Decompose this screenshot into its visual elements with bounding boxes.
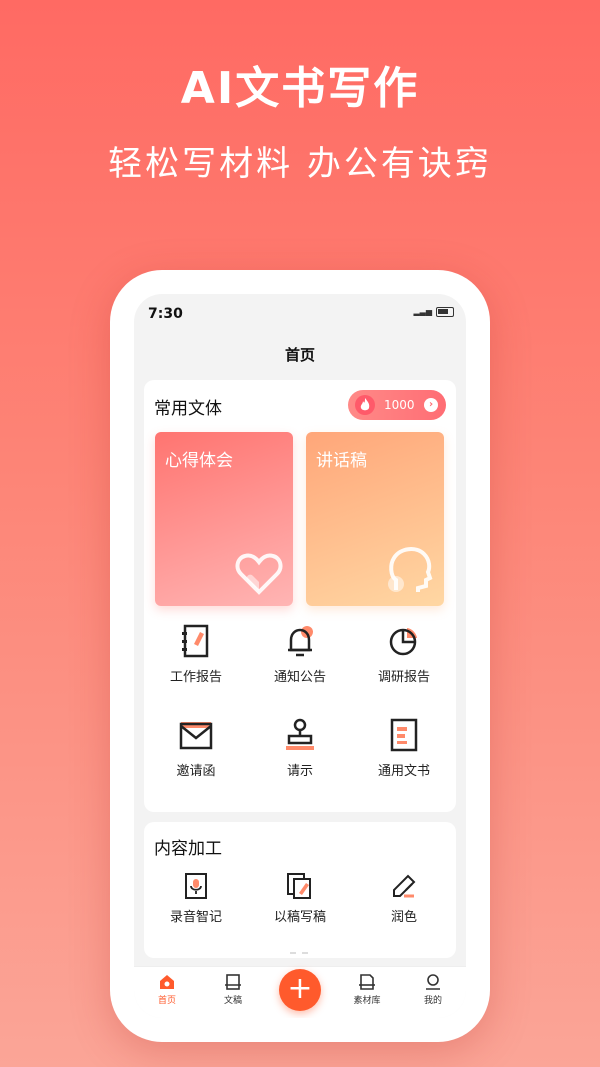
envelope-icon: [179, 722, 213, 750]
common-docs-card: 常用文体 1000 › 心得体会 讲话稿 工作报告 通知公告 调研报告 邀请函 …: [144, 380, 456, 812]
status-bar: 7:30 ▂▃▅: [134, 294, 466, 334]
tab-home[interactable]: 首页: [142, 973, 192, 1006]
tool-voice-notes[interactable]: 录音智记: [144, 872, 248, 925]
phone-frame: 7:30 ▂▃▅ 首页 常用文体 1000 › 心得体会 讲话稿 工作报告 通知…: [110, 270, 490, 1042]
profile-icon: [426, 974, 440, 990]
doc-type-label: 通用文书: [377, 764, 430, 779]
tool-label: 以稿写稿: [273, 910, 326, 925]
speaking-head-icon: [388, 547, 433, 592]
document-icon: [390, 718, 418, 752]
card-label: 心得体会: [165, 451, 233, 471]
create-button[interactable]: +: [279, 969, 321, 1011]
doc-type-general[interactable]: 通用文书: [352, 718, 456, 779]
tool-rewrite[interactable]: 以稿写稿: [248, 872, 352, 925]
tab-label: 首页: [157, 996, 176, 1006]
card-label: 讲话稿: [316, 451, 367, 471]
library-icon: [359, 974, 375, 990]
doc-type-work-report[interactable]: 工作报告: [144, 624, 248, 685]
status-icons: ▂▃▅: [414, 307, 454, 317]
heart-icon: [235, 553, 283, 595]
points-button[interactable]: 1000 ›: [348, 390, 446, 420]
promo-title: AI文书写作: [180, 63, 420, 114]
tab-label: 我的: [423, 996, 442, 1006]
signal-icon: ▂▃▅: [413, 307, 432, 316]
battery-icon: [436, 307, 454, 317]
chevron-right-icon: ›: [424, 398, 438, 412]
doc-type-label: 通知公告: [273, 670, 326, 685]
doc-type-label: 请示: [286, 764, 313, 779]
card-jianghua[interactable]: 讲话稿: [306, 432, 444, 606]
notebook-icon: [182, 624, 209, 658]
bell-icon: [288, 626, 313, 657]
tab-library[interactable]: 素材库: [342, 973, 392, 1006]
tab-label: 文稿: [223, 996, 242, 1006]
stamp-icon: [286, 718, 314, 750]
pie-chart-icon: [389, 628, 417, 656]
doc-type-label: 调研报告: [377, 670, 430, 685]
doc-type-invitation[interactable]: 邀请函: [144, 718, 248, 779]
app-screen: 7:30 ▂▃▅ 首页 常用文体 1000 › 心得体会 讲话稿 工作报告 通知…: [134, 294, 466, 1018]
doc-type-notice[interactable]: 通知公告: [248, 624, 352, 685]
draft-icon: [225, 974, 241, 990]
page-indicator: [290, 952, 308, 954]
card-xinde[interactable]: 心得体会: [155, 432, 293, 606]
doc-type-label: 邀请函: [176, 764, 216, 779]
flame-icon: [355, 395, 375, 415]
tab-drafts[interactable]: 文稿: [208, 973, 258, 1006]
page-title: 首页: [284, 346, 315, 364]
tab-profile[interactable]: 我的: [408, 973, 458, 1006]
brush-icon: [393, 874, 416, 898]
content-processing-card: 内容加工 录音智记 以稿写稿 润色: [144, 822, 456, 958]
tool-label: 录音智记: [169, 910, 222, 925]
section-title-common-docs: 常用文体: [154, 399, 222, 419]
doc-type-request[interactable]: 请示: [248, 718, 352, 779]
copy-edit-icon: [287, 873, 311, 899]
tab-bar: 首页 文稿 + 素材库 我的: [134, 966, 466, 1018]
voice-recorder-icon: [185, 873, 207, 899]
promo-subtitle: 轻松写材料 办公有诀窍: [108, 144, 492, 184]
tool-polish[interactable]: 润色: [352, 872, 456, 925]
points-count: 1000: [384, 398, 415, 412]
tab-label: 素材库: [353, 996, 381, 1006]
section-title-content-processing: 内容加工: [154, 839, 222, 859]
doc-type-research[interactable]: 调研报告: [352, 624, 456, 685]
status-time: 7:30: [148, 306, 183, 322]
doc-type-label: 工作报告: [169, 670, 222, 685]
tool-label: 润色: [390, 910, 417, 925]
home-icon: [160, 975, 174, 989]
